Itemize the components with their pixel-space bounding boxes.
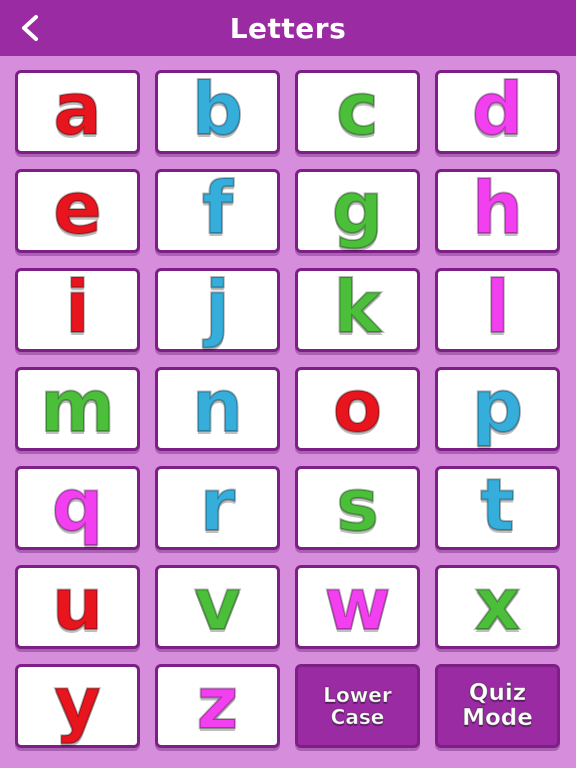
letter-y: y [53,661,102,745]
letter-tile-j[interactable]: j [155,268,280,352]
letter-n: n [191,364,244,448]
letter-tile-i[interactable]: i [15,268,140,352]
letter-i: i [64,265,91,349]
letter-o: o [332,364,383,448]
letter-u: u [51,562,104,646]
letter-f: f [201,166,234,250]
letter-a: a [52,67,103,151]
letter-tile-s[interactable]: s [295,466,420,550]
quiz-mode-label-line1: Quiz [468,679,527,706]
back-button[interactable] [14,12,46,44]
page-title: Letters [229,11,347,45]
lower-case-label-line1: Lower [323,683,392,707]
letter-q: q [51,463,105,547]
letter-tile-a[interactable]: a [15,70,140,154]
letter-tile-w[interactable]: w [295,565,420,649]
letter-v: v [193,562,242,646]
letter-tile-z[interactable]: z [155,664,280,748]
letter-tile-x[interactable]: x [435,565,560,649]
letter-g: g [331,166,385,250]
lower-case-button[interactable]: Lower Case [295,664,420,748]
quiz-mode-label-line2: Mode [462,705,534,732]
letter-tile-v[interactable]: v [155,565,280,649]
letter-tile-c[interactable]: c [295,70,420,154]
letter-x: x [473,562,521,646]
letter-b: b [191,67,245,151]
letter-tile-m[interactable]: m [15,367,140,451]
chevron-left-icon [22,15,38,41]
lower-case-label-line2: Case [330,705,385,729]
quiz-mode-button[interactable]: Quiz Mode [435,664,560,748]
letter-c: c [335,67,380,151]
letter-tile-u[interactable]: u [15,565,140,649]
letter-m: m [39,364,116,448]
letter-tile-k[interactable]: k [295,268,420,352]
letter-k: k [333,265,383,349]
letter-grid: a b c d e f g h i j k l m n o p q r s t … [15,70,560,748]
letter-s: s [335,463,380,547]
letter-w: w [323,562,392,646]
letter-l: l [484,265,511,349]
letter-d: d [471,67,525,151]
letter-tile-o[interactable]: o [295,367,420,451]
letter-r: r [199,463,236,547]
letter-tile-f[interactable]: f [155,169,280,253]
letter-tile-b[interactable]: b [155,70,280,154]
letter-t: t [479,463,515,547]
letter-tile-q[interactable]: q [15,466,140,550]
app-header: Letters [0,0,576,56]
letter-tile-e[interactable]: e [15,169,140,253]
letter-tile-h[interactable]: h [435,169,560,253]
letter-e: e [52,166,103,250]
letter-tile-n[interactable]: n [155,367,280,451]
letter-tile-y[interactable]: y [15,664,140,748]
letter-z: z [196,661,240,745]
letter-p: p [471,364,525,448]
letter-tile-r[interactable]: r [155,466,280,550]
letter-tile-t[interactable]: t [435,466,560,550]
letter-tile-p[interactable]: p [435,367,560,451]
letter-tile-l[interactable]: l [435,268,560,352]
letter-tile-d[interactable]: d [435,70,560,154]
letter-tile-g[interactable]: g [295,169,420,253]
letter-h: h [471,166,524,250]
letter-j: j [204,265,231,349]
